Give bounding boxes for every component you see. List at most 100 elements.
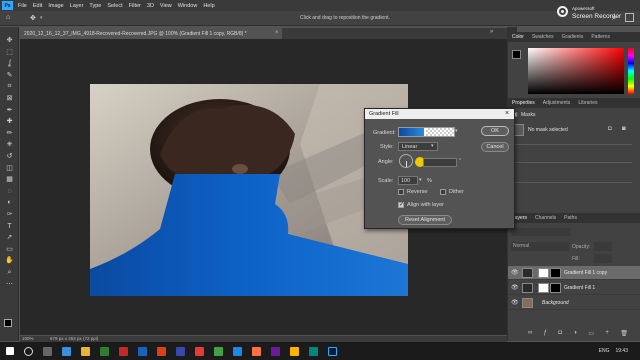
align-with-layer-label[interactable]: Align with layer (407, 202, 444, 208)
shape-tool-icon[interactable]: ▭ (5, 246, 14, 253)
dither-checkbox[interactable] (440, 189, 446, 195)
menu-file[interactable]: File (18, 3, 27, 9)
fx-icon[interactable]: ƒ (544, 330, 547, 338)
document-tab[interactable]: 2020_12_16_12_37_IMG_4918-Recovered-Reco… (20, 28, 282, 39)
edge-icon[interactable] (62, 346, 71, 356)
layer-row[interactable]: 👁 Gradient Fill 1 (508, 281, 640, 295)
chevron-down-icon[interactable]: ▾ (455, 128, 458, 134)
pen-tool-icon[interactable]: ✑ (5, 211, 14, 218)
eraser-tool-icon[interactable]: ◫ (5, 165, 14, 172)
adjustment-icon[interactable]: ◑ (573, 330, 577, 338)
language-indicator[interactable]: ENG (599, 348, 610, 354)
chevron-down-icon[interactable]: ▾ (419, 177, 422, 183)
document-canvas[interactable] (90, 84, 408, 296)
tab-swatches[interactable]: Swatches (532, 34, 554, 40)
close-icon[interactable]: × (505, 110, 509, 118)
tab-libraries[interactable]: Libraries (578, 100, 597, 106)
pixel-mask-icon[interactable]: ◘ (608, 126, 612, 132)
collapse-icon[interactable]: » (490, 29, 493, 35)
access-icon[interactable] (119, 346, 128, 356)
dodge-tool-icon[interactable]: ◐ (5, 199, 14, 206)
app-icon[interactable] (214, 346, 223, 356)
stamp-tool-icon[interactable]: ⎈ (5, 141, 14, 148)
chevron-down-icon[interactable]: ▾ (431, 143, 434, 149)
home-icon[interactable]: ⌂ (6, 14, 10, 21)
trash-icon[interactable]: 🗑 (620, 330, 628, 338)
brush-tool-icon[interactable]: ✏ (5, 130, 14, 137)
add-mask-icon[interactable]: ◘ (558, 330, 562, 338)
hand-tool-icon[interactable]: ✋ (5, 257, 14, 264)
windows-start-icon[interactable] (6, 347, 14, 355)
group-icon[interactable]: ▭ (588, 330, 594, 338)
blur-tool-icon[interactable]: ◌ (5, 188, 14, 195)
history-brush-tool-icon[interactable]: ↺ (5, 153, 14, 160)
gradient-tool-icon[interactable]: ▦ (5, 176, 14, 183)
document-info[interactable]: 679 px x 452 px (72 ppi) (50, 336, 98, 341)
visibility-icon[interactable]: 👁 (511, 299, 519, 306)
type-tool-icon[interactable]: T (5, 223, 14, 230)
menu-edit[interactable]: Edit (33, 3, 42, 9)
search-icon[interactable] (24, 346, 33, 356)
reverse-checkbox[interactable] (398, 189, 404, 195)
layer-row[interactable]: 👁 Background (508, 296, 640, 310)
visibility-icon[interactable]: 👁 (511, 284, 519, 291)
powerpoint-icon[interactable] (157, 346, 166, 356)
chevron-down-icon[interactable]: ▾ (40, 15, 43, 21)
vector-mask-icon[interactable]: ◙ (622, 126, 626, 132)
onenote-icon[interactable] (176, 346, 185, 356)
app-icon[interactable] (195, 346, 204, 356)
foreground-swatch[interactable] (512, 50, 521, 59)
ok-button[interactable]: OK (481, 126, 509, 136)
zoom-tool-icon[interactable]: ⌕ (5, 269, 14, 276)
fill-field[interactable] (594, 254, 612, 263)
new-layer-icon[interactable]: + (605, 330, 609, 338)
path-select-tool-icon[interactable]: ➚ (5, 234, 14, 241)
more-tools-icon[interactable]: ⋯ (5, 281, 14, 288)
angle-dial[interactable] (399, 154, 413, 168)
dither-label[interactable]: Dither (449, 189, 464, 195)
layer-filter[interactable] (511, 228, 571, 236)
app-icon[interactable] (271, 346, 280, 356)
cancel-button[interactable]: Cancel (481, 142, 509, 152)
clock[interactable]: 19:43 (615, 348, 628, 354)
marquee-tool-icon[interactable]: ⬚ (5, 49, 14, 56)
tab-properties[interactable]: Properties (512, 100, 535, 106)
quick-select-tool-icon[interactable]: ✎ (5, 72, 14, 79)
menu-3d[interactable]: 3D (147, 3, 154, 9)
tab-color[interactable]: Color (512, 34, 524, 40)
dialog-title[interactable]: Gradient Fill (365, 109, 514, 119)
excel-icon[interactable] (100, 346, 109, 356)
foreground-color-swatch[interactable] (4, 319, 12, 327)
blend-mode-select[interactable]: Normal (511, 242, 569, 251)
zoom-level[interactable]: 100% (22, 336, 34, 341)
menu-type[interactable]: Type (89, 3, 101, 9)
angle-field[interactable] (423, 158, 457, 167)
menu-select[interactable]: Select (107, 3, 122, 9)
frame-tool-icon[interactable]: ⊠ (5, 95, 14, 102)
healing-tool-icon[interactable]: ✚ (5, 118, 14, 125)
layer-row[interactable]: 👁 Gradient Fill 1 copy (508, 266, 640, 280)
crop-tool-icon[interactable]: ⌗ (5, 83, 14, 90)
photoshop-logo[interactable]: Ps (2, 1, 13, 10)
app-icon[interactable] (233, 346, 242, 356)
file-explorer-icon[interactable] (81, 346, 90, 356)
visibility-icon[interactable]: 👁 (511, 269, 519, 276)
gradient-picker[interactable] (398, 127, 455, 137)
hue-slider[interactable] (628, 48, 634, 94)
menu-help[interactable]: Help (203, 3, 214, 9)
eyedropper-tool-icon[interactable]: ✒ (5, 107, 14, 114)
align-with-layer-checkbox[interactable] (398, 201, 404, 208)
tab-channels[interactable]: Channels (535, 215, 556, 221)
move-tool-icon[interactable]: ✥ (5, 37, 14, 44)
menu-filter[interactable]: Filter (129, 3, 141, 9)
app-icon[interactable] (252, 346, 261, 356)
tab-adjustments[interactable]: Adjustments (543, 100, 571, 106)
tab-gradients[interactable]: Gradients (562, 34, 584, 40)
photoshop-taskbar-icon[interactable] (328, 346, 337, 356)
reverse-label[interactable]: Reverse (407, 189, 427, 195)
opacity-field[interactable] (594, 242, 612, 251)
menu-view[interactable]: View (160, 3, 172, 9)
menu-layer[interactable]: Layer (70, 3, 84, 9)
lasso-tool-icon[interactable]: ʆ (5, 60, 14, 67)
layer-name[interactable]: Gradient Fill 1 copy (564, 270, 607, 276)
